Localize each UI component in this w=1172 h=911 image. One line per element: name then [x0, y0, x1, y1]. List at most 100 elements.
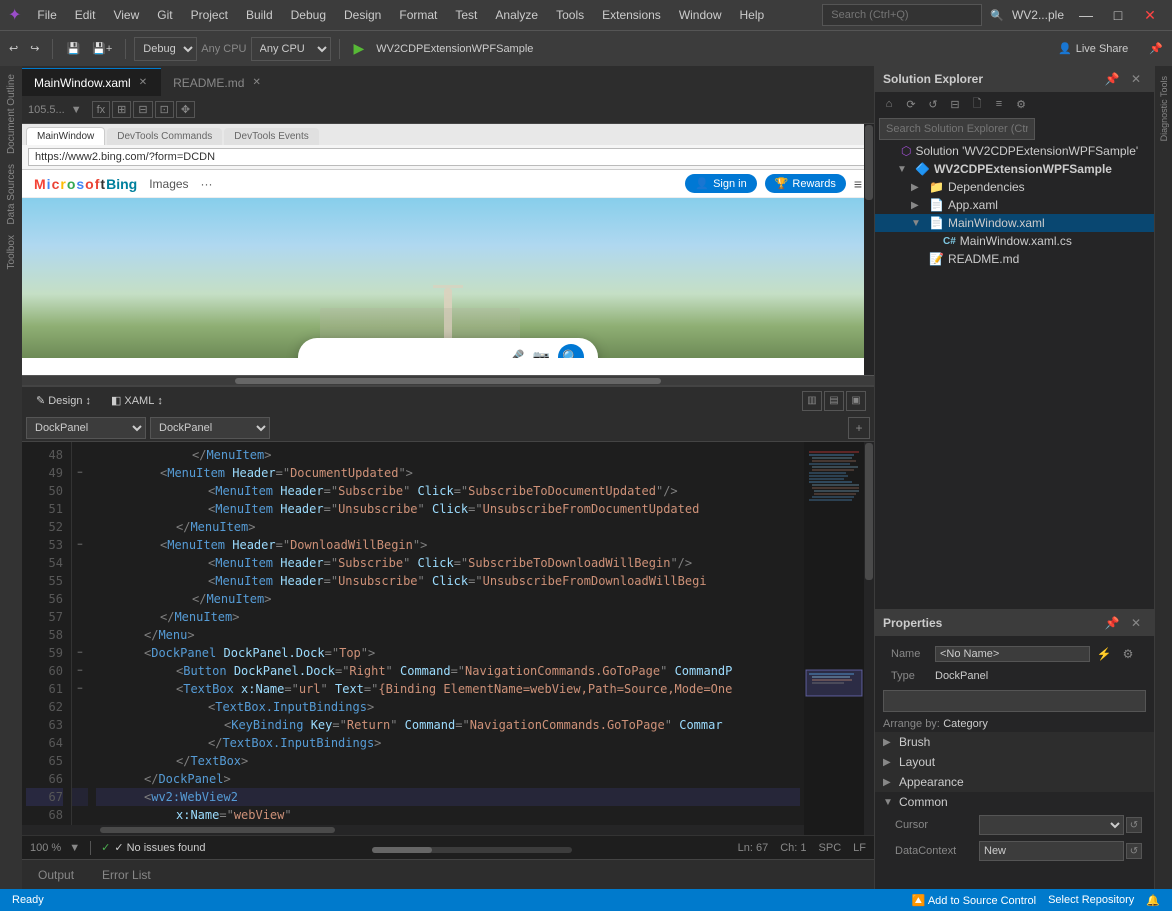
se-refresh-btn[interactable]: ↺ — [923, 94, 943, 114]
error-list-tab[interactable]: Error List — [94, 864, 159, 886]
se-filter-btn[interactable]: ≡ — [989, 94, 1009, 114]
zoom-level[interactable]: 100 % — [30, 842, 61, 854]
menu-git[interactable]: Git — [149, 4, 180, 26]
document-outline-icon[interactable]: Document Outline — [4, 70, 19, 158]
camera-icon[interactable]: 📷 — [533, 349, 550, 359]
code-content[interactable]: − − − − — [72, 442, 804, 825]
xaml-toggle-btn[interactable]: ◧ XAML ↕ — [105, 392, 169, 409]
code-vscrollbar[interactable] — [864, 442, 874, 835]
browser-tab-mainwindow[interactable]: MainWindow — [26, 127, 105, 145]
bing-search-input[interactable] — [312, 350, 499, 359]
hamburger-icon[interactable]: ≡ — [854, 176, 862, 192]
prop-cat-appearance[interactable]: ▶ Appearance — [875, 772, 1154, 792]
canvas-pan-btn[interactable]: ✥ — [176, 101, 195, 118]
add-handler-btn[interactable]: + — [848, 417, 870, 439]
se-search-input[interactable] — [879, 118, 1035, 140]
menu-build[interactable]: Build — [238, 4, 281, 26]
prop-close-btn[interactable]: ✕ — [1126, 613, 1146, 633]
prop-search-input[interactable] — [883, 690, 1146, 712]
start-debug-btn[interactable]: ▶ — [348, 37, 371, 60]
search-submit-icon[interactable]: 🔍 — [558, 344, 584, 358]
menu-project[interactable]: Project — [183, 4, 236, 26]
tree-dependencies[interactable]: ▶ 📁 Dependencies — [875, 178, 1154, 196]
tab-readme[interactable]: README.md ✕ — [161, 68, 275, 96]
tree-readme[interactable]: 📝 README.md — [875, 250, 1154, 268]
tree-solution[interactable]: ⬡ Solution 'WV2CDPExtensionWPFSample' — [875, 142, 1154, 160]
prop-cat-common[interactable]: ▼ Common — [875, 792, 1154, 812]
prop-event-btn[interactable]: ⚡ — [1094, 644, 1114, 664]
diagnostic-tools-icon[interactable]: Diagnostic Tools — [1157, 70, 1171, 147]
menu-test[interactable]: Test — [447, 4, 485, 26]
minimize-button[interactable]: — — [1072, 1, 1100, 29]
tab-mainwindow-xaml[interactable]: MainWindow.xaml ✕ — [22, 68, 161, 96]
canvas-grid-btn[interactable]: ⊞ — [112, 101, 131, 118]
menu-format[interactable]: Format — [391, 4, 445, 26]
se-pin-btn[interactable]: 📌 — [1102, 69, 1122, 89]
select-repository-btn[interactable]: Select Repository — [1044, 894, 1138, 906]
zoom-dropdown-icon[interactable]: ▼ — [69, 842, 80, 854]
pin-btn[interactable]: 📌 — [1144, 39, 1168, 58]
datacontext-input[interactable] — [979, 841, 1124, 861]
microphone-icon[interactable]: 🎤 — [507, 349, 524, 359]
tab-close-icon[interactable]: ✕ — [137, 77, 149, 88]
live-share-button[interactable]: 👤 Live Share — [1050, 39, 1136, 58]
menu-tools[interactable]: Tools — [548, 4, 592, 26]
rewards-button[interactable]: 🏆 Rewards — [765, 174, 846, 193]
menu-edit[interactable]: Edit — [67, 4, 104, 26]
tree-project[interactable]: ▼ 🔷 WV2CDPExtensionWPFSample — [875, 160, 1154, 178]
bing-images-link[interactable]: Images — [149, 177, 188, 191]
maximize-button[interactable]: □ — [1104, 1, 1132, 29]
canvas-func-btn[interactable]: fx — [92, 101, 111, 118]
expand-49[interactable]: − — [72, 464, 88, 482]
prop-pin-btn[interactable]: 📌 — [1102, 613, 1122, 633]
tree-app-xaml[interactable]: ▶ 📄 App.xaml — [875, 196, 1154, 214]
split-full-btn[interactable]: ▣ — [846, 391, 866, 411]
tree-expand-mainwindow[interactable]: ▼ — [911, 218, 925, 229]
tree-expand-deps[interactable]: ▶ — [911, 182, 925, 193]
tree-expand-app[interactable]: ▶ — [911, 200, 925, 211]
split-horizontal-btn[interactable]: ▤ — [824, 391, 844, 411]
close-button[interactable]: ✕ — [1136, 1, 1164, 29]
menu-view[interactable]: View — [105, 4, 147, 26]
se-close-btn[interactable]: ✕ — [1126, 69, 1146, 89]
design-toggle-btn[interactable]: ✎ Design ↕ — [30, 392, 97, 409]
expand-61[interactable]: − — [72, 680, 88, 698]
tree-mainwindow-cs[interactable]: C# MainWindow.xaml.cs — [875, 232, 1154, 250]
bing-more-link[interactable]: ··· — [201, 177, 213, 191]
menu-file[interactable]: File — [29, 4, 64, 26]
notification-icon[interactable]: 🔔 — [1142, 894, 1164, 907]
menu-debug[interactable]: Debug — [283, 4, 334, 26]
redo-btn[interactable]: ↪ — [25, 39, 44, 58]
undo-group-btn[interactable]: ↩ — [4, 39, 23, 58]
split-vertical-btn[interactable]: ▥ — [802, 391, 822, 411]
tree-expand-project[interactable]: ▼ — [897, 164, 911, 175]
output-tab[interactable]: Output — [30, 864, 82, 886]
search-input[interactable] — [822, 4, 982, 26]
prop-cat-brush[interactable]: ▶ Brush — [875, 732, 1154, 752]
menu-window[interactable]: Window — [671, 4, 730, 26]
canvas-snap-btn[interactable]: ⊟ — [133, 101, 152, 118]
expand-60[interactable]: − — [72, 662, 88, 680]
browser-tab-devtools-commands[interactable]: DevTools Commands — [107, 128, 222, 145]
se-home-btn[interactable]: ⌂ — [879, 94, 899, 114]
sign-in-button[interactable]: 👤 Sign in — [685, 174, 756, 193]
cpu-config-dropdown[interactable]: Any CPU — [251, 37, 331, 61]
menu-analyze[interactable]: Analyze — [487, 4, 546, 26]
data-sources-icon[interactable]: Data Sources — [4, 160, 19, 229]
save-all-btn[interactable]: 💾+ — [87, 39, 117, 58]
canvas-zoom-fit-btn[interactable]: ⊡ — [155, 101, 174, 118]
prop-arrange-value[interactable]: Category — [943, 718, 988, 730]
cursor-reset-btn[interactable]: ↺ — [1126, 817, 1142, 833]
browser-tab-devtools-events[interactable]: DevTools Events — [224, 128, 318, 145]
menu-extensions[interactable]: Extensions — [594, 4, 669, 26]
left-context-dropdown[interactable]: DockPanel — [26, 417, 146, 439]
save-btn[interactable]: 💾 — [61, 39, 85, 58]
se-settings-btn[interactable]: ⚙ — [1011, 94, 1031, 114]
menu-help[interactable]: Help — [732, 4, 773, 26]
zoom-btn[interactable]: ▼ — [71, 104, 82, 116]
cursor-dropdown[interactable] — [979, 815, 1124, 835]
code-text-area[interactable]: </MenuItem> <MenuItem Header="DocumentUp… — [76, 446, 800, 825]
se-show-files-btn[interactable]: 🗋 — [967, 94, 987, 114]
expand-53[interactable]: − — [72, 536, 88, 554]
datacontext-reset-btn[interactable]: ↺ — [1126, 843, 1142, 859]
